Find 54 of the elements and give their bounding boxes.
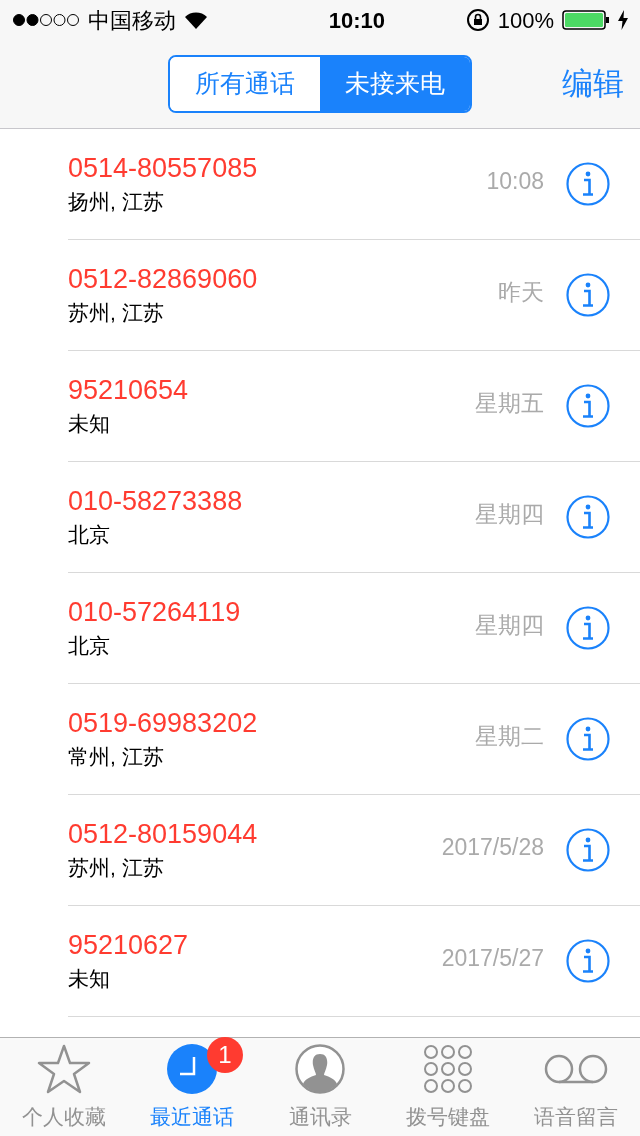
tab-bar-item[interactable]: 个人收藏 [0,1038,128,1136]
rotation-lock-icon [465,8,490,32]
call-time: 10:08 [486,166,544,196]
location-label: 扬州, 江苏 [68,189,165,215]
battery-icon [562,9,610,31]
call-time: 星期二 [475,721,544,751]
info-icon[interactable] [566,828,610,872]
call-time: 星期四 [475,499,544,529]
call-time: 2017/5/27 [441,943,544,973]
clock-time: 10:10 [328,6,385,35]
phone-number: 010-57264119 [68,596,242,629]
star-icon [37,1043,91,1094]
info-icon[interactable] [566,162,610,206]
info-icon[interactable] [566,384,610,428]
location-label: 未知 [68,966,111,992]
tab-bar-item[interactable]: 1 最近通话 [128,1038,256,1136]
charging-icon [618,10,628,30]
tab-bar-item[interactable]: 通讯录 [256,1038,384,1136]
phone-number: 95210654 [68,374,190,407]
location-label: 北京 [68,633,111,659]
carrier-name: 中国移动 [88,6,176,35]
info-icon[interactable] [566,939,610,983]
phone-number: 0512-80159044 [68,818,259,851]
keypad-icon [423,1043,473,1094]
call-time: 星期四 [475,610,544,640]
tab-bar-item[interactable]: 语音留言 [512,1038,640,1136]
info-icon[interactable] [566,495,610,539]
phone-number: 0514-80557085 [68,152,259,185]
segment-tab[interactable]: 所有通话 [170,57,320,111]
info-icon[interactable] [566,717,610,761]
location-label: 常州, 江苏 [68,744,165,770]
tab-bar-item[interactable]: 拨号键盘 [384,1038,512,1136]
phone-number: 0519-69983202 [68,707,259,740]
info-icon[interactable] [566,606,610,650]
phone-number: 0512-82869060 [68,263,259,296]
info-icon[interactable] [566,273,610,317]
location-label: 苏州, 江苏 [68,300,165,326]
location-label: 北京 [68,522,111,548]
signal-icon [12,13,80,27]
phone-number: 010-58273388 [68,485,244,518]
notification-badge: 1 [207,1036,243,1073]
location-label: 未知 [68,411,111,437]
voicemail-icon [544,1052,608,1085]
battery-percent: 100% [497,6,554,35]
wifi-icon [184,11,208,29]
edit-button[interactable]: 编辑 [562,60,624,108]
segment-tab[interactable]: 未接来电 [320,57,470,111]
call-time: 2017/5/28 [441,832,544,862]
call-time: 昨天 [498,277,544,307]
call-time: 星期五 [475,388,544,418]
phone-number: 95210627 [68,929,190,962]
location-label: 苏州, 江苏 [68,855,165,881]
clock-icon [167,1043,217,1094]
person-icon [295,1043,345,1094]
